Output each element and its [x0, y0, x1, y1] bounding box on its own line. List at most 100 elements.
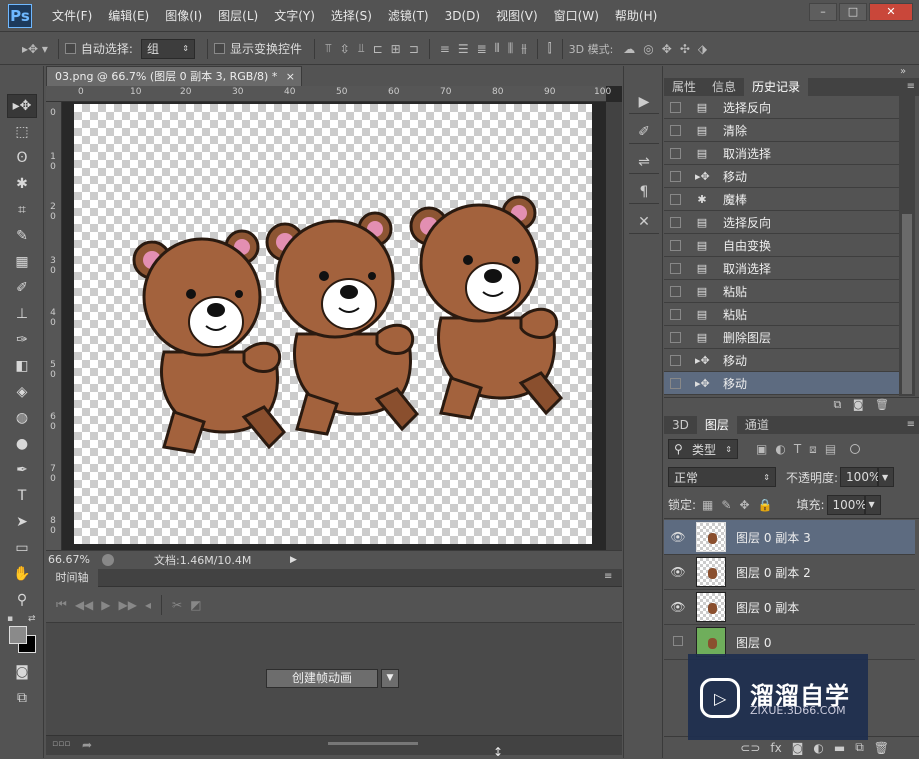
panel-collapse-icon[interactable]: »: [900, 66, 906, 77]
filter-pixel-icon[interactable]: ▣: [756, 442, 767, 456]
render-icon[interactable]: ➦: [82, 738, 92, 752]
filter-toggle[interactable]: [850, 444, 861, 454]
add-mask-icon[interactable]: ◙: [792, 741, 804, 755]
history-item[interactable]: ▤ 粘贴: [664, 303, 899, 326]
history-source-checkbox[interactable]: [670, 285, 681, 297]
default-colors-icon[interactable]: ▪: [7, 614, 13, 624]
history-brush-tool-icon[interactable]: ✑: [7, 328, 37, 352]
distribute-vcenter-icon[interactable]: ☰: [458, 42, 469, 56]
history-item[interactable]: ▤ 选择反向: [664, 96, 899, 119]
history-source-checkbox[interactable]: [670, 239, 681, 251]
slide-3d-icon[interactable]: ✣: [680, 42, 690, 56]
history-source-checkbox[interactable]: [670, 147, 681, 159]
layer-row-selected[interactable]: 👁 图层 0 副本 3: [664, 520, 915, 555]
menu-3d[interactable]: 3D(D): [437, 0, 488, 32]
adjustment-layer-icon[interactable]: ◐: [813, 741, 823, 755]
history-source-checkbox[interactable]: [670, 216, 681, 228]
timeline-menu-icon[interactable]: ≡: [604, 571, 612, 582]
healing-brush-tool-icon[interactable]: ▦: [7, 250, 37, 274]
lock-all-icon[interactable]: 🔒: [758, 498, 773, 512]
history-item[interactable]: ▤ 删除图层: [664, 326, 899, 349]
marquee-tool-icon[interactable]: ⬚: [7, 120, 37, 144]
align-right-icon[interactable]: ⊐: [409, 42, 419, 56]
history-item-selected[interactable]: ▸✥ 移动: [664, 372, 899, 395]
status-arrow-icon[interactable]: ▶: [290, 555, 297, 565]
align-left-icon[interactable]: ⊏: [373, 42, 383, 56]
tab-channels[interactable]: 通道: [737, 416, 777, 434]
history-source-checkbox[interactable]: [670, 170, 681, 182]
timeline-tab[interactable]: 时间轴: [46, 569, 98, 587]
visibility-toggle[interactable]: [664, 635, 692, 649]
menu-file[interactable]: 文件(F): [44, 0, 100, 32]
align-top-icon[interactable]: ⫪: [325, 41, 332, 56]
zoom-slider[interactable]: [328, 742, 418, 745]
scale-3d-icon[interactable]: ⬗: [698, 42, 707, 56]
distribute-left-icon[interactable]: ⫴: [495, 41, 500, 56]
layer-name[interactable]: 图层 0 副本: [736, 599, 799, 616]
show-transform-checkbox[interactable]: [213, 43, 225, 54]
tab-3d[interactable]: 3D: [664, 416, 697, 434]
pen-tool-icon[interactable]: ✒: [7, 458, 37, 482]
opacity-field[interactable]: 100%: [840, 467, 880, 487]
zoom-tool-icon[interactable]: ⚲: [7, 588, 37, 612]
new-layer-icon[interactable]: ⧉: [855, 740, 864, 755]
minimize-button[interactable]: –: [809, 3, 837, 21]
history-item[interactable]: ▤ 自由变换: [664, 234, 899, 257]
history-item[interactable]: ▸✥ 移动: [664, 165, 899, 188]
filter-shape-icon[interactable]: ⧈: [809, 442, 817, 457]
rotate-3d-icon[interactable]: ☁: [623, 42, 635, 56]
history-item[interactable]: ▤ 取消选择: [664, 257, 899, 280]
trash-icon[interactable]: 🗑: [875, 398, 889, 411]
layer-name[interactable]: 图层 0 副本 2: [736, 564, 811, 581]
document-tab[interactable]: 03.png @ 66.7% (图层 0 副本 3, RGB/8) * ×: [46, 66, 302, 86]
history-source-checkbox[interactable]: [670, 331, 681, 343]
lasso-tool-icon[interactable]: ʘ: [7, 146, 37, 170]
tab-layers[interactable]: 图层: [696, 416, 737, 434]
history-source-checkbox[interactable]: [670, 354, 681, 366]
close-document-icon[interactable]: ×: [286, 67, 295, 87]
menu-help[interactable]: 帮助(H): [607, 0, 665, 32]
history-item[interactable]: ✱ 魔棒: [664, 188, 899, 211]
distribute-bottom-icon[interactable]: ≣: [477, 42, 487, 56]
filter-adjustment-icon[interactable]: ◐: [775, 442, 785, 456]
brush-preset-icon[interactable]: ✐: [629, 120, 659, 144]
paint-bucket-tool-icon[interactable]: ◈: [7, 380, 37, 404]
history-source-checkbox[interactable]: [670, 377, 681, 389]
menu-layer[interactable]: 图层(L): [210, 0, 266, 32]
distribute-top-icon[interactable]: ≡: [440, 42, 450, 56]
tab-history[interactable]: 历史记录: [744, 78, 809, 96]
link-layers-icon[interactable]: ⊂⊃: [740, 741, 760, 755]
history-item[interactable]: ▸✥ 移动: [664, 349, 899, 372]
paragraph-icon[interactable]: ¶: [629, 180, 659, 204]
maximize-button[interactable]: □: [839, 3, 867, 21]
trash-icon[interactable]: 🗑: [874, 741, 889, 755]
quick-mask-icon[interactable]: ◙: [7, 660, 37, 684]
blend-mode-dropdown[interactable]: 正常 ⇕: [668, 467, 776, 487]
menu-select[interactable]: 选择(S): [323, 0, 380, 32]
adjust-sliders-icon[interactable]: ⇌: [629, 150, 659, 174]
first-frame-icon[interactable]: ⏮: [56, 597, 67, 612]
camera-icon[interactable]: ◙: [853, 398, 864, 411]
dodge-tool-icon[interactable]: ●: [7, 432, 37, 456]
menu-type[interactable]: 文字(Y): [266, 0, 323, 32]
next-frame-icon[interactable]: ▶▶: [119, 598, 137, 612]
align-hcenter-icon[interactable]: ⊞: [391, 42, 401, 56]
crop-tool-icon[interactable]: ⌗: [7, 198, 37, 222]
auto-select-dropdown[interactable]: 组 ⇕: [140, 38, 195, 59]
menu-window[interactable]: 窗口(W): [546, 0, 607, 32]
close-button[interactable]: ✕: [869, 3, 913, 21]
move-tool-icon[interactable]: ▸✥: [7, 94, 37, 118]
lock-transparency-icon[interactable]: ▦: [702, 498, 713, 512]
create-frame-animation-button[interactable]: 创建帧动画: [266, 669, 378, 688]
previous-frame-icon[interactable]: ◀◀: [75, 598, 93, 612]
shape-tool-icon[interactable]: ▭: [7, 536, 37, 560]
menu-edit[interactable]: 编辑(E): [100, 0, 157, 32]
path-selection-tool-icon[interactable]: ➤: [7, 510, 37, 534]
new-group-icon[interactable]: ▬: [834, 741, 845, 755]
layer-style-icon[interactable]: fx: [770, 741, 781, 755]
fill-field[interactable]: 100%: [826, 494, 867, 515]
split-icon[interactable]: ✂: [172, 598, 182, 612]
clone-stamp-tool-icon[interactable]: ⊥: [7, 302, 37, 326]
new-document-from-state-icon[interactable]: ⧉: [833, 398, 841, 411]
panel-menu-icon[interactable]: ≡: [907, 416, 915, 434]
